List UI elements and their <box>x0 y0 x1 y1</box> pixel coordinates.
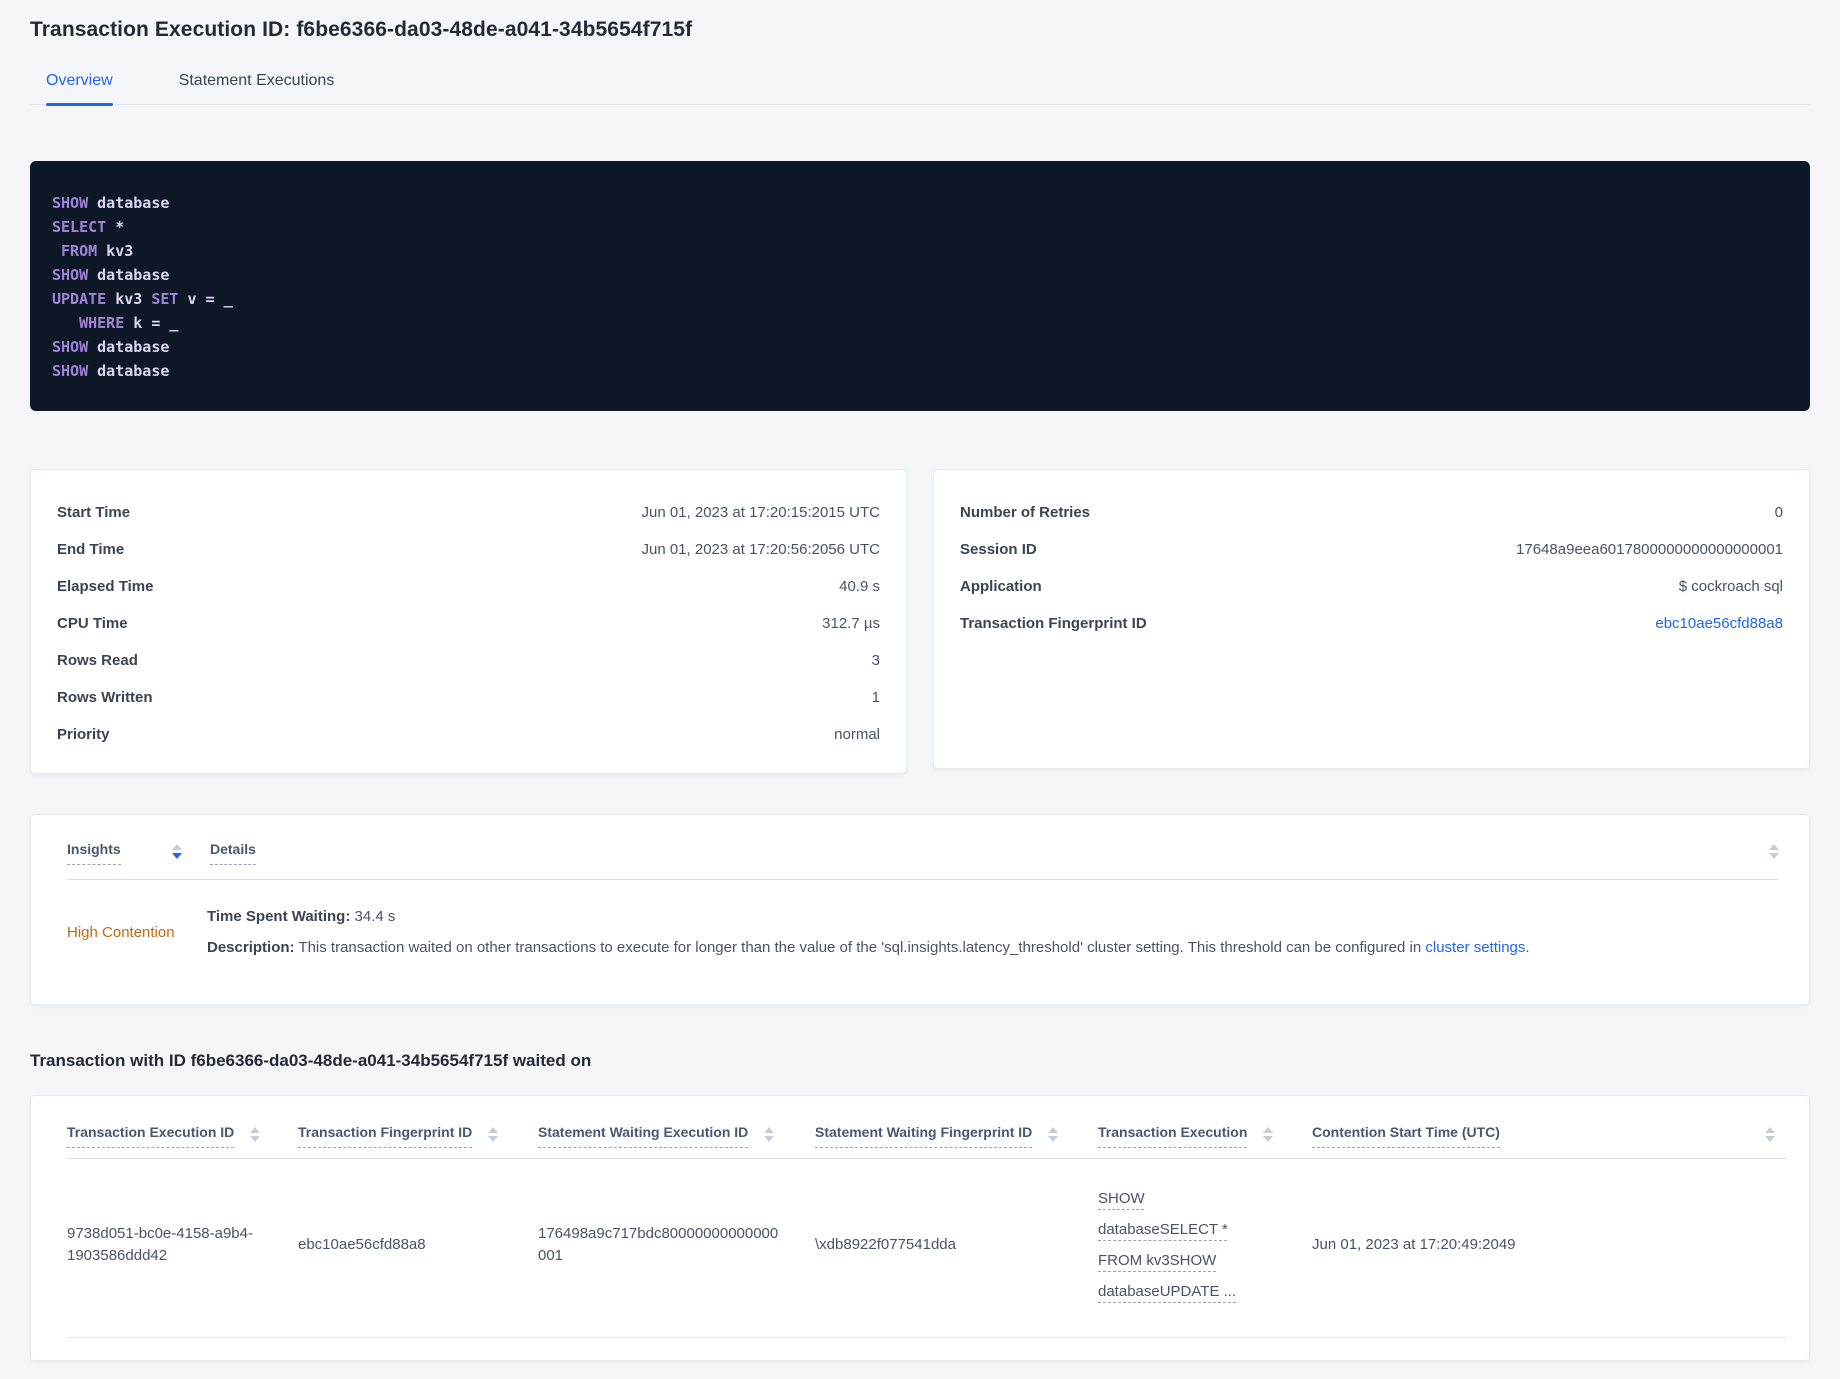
sort-arrows-icon[interactable] <box>250 1127 261 1142</box>
stat-label: Elapsed Time <box>57 578 154 595</box>
column-header-statement-waiting-fingerprint-id[interactable]: Statement Waiting Fingerprint ID <box>815 1124 1033 1148</box>
sql-line: SHOW database <box>52 194 170 212</box>
sort-arrows-icon[interactable] <box>1263 1127 1274 1142</box>
stat-label: Rows Read <box>57 652 138 669</box>
waited-on-table: Transaction Execution ID Transaction Fin… <box>30 1095 1810 1361</box>
cell-transaction-fingerprint-id: ebc10ae56cfd88a8 <box>298 1236 426 1253</box>
stat-row: Rows Written 1 <box>57 679 880 716</box>
cell-transaction-execution-id: 9738d051-bc0e-4158-a9b4-1903586ddd42 <box>67 1225 253 1264</box>
cell-transaction-execution-preview[interactable]: SHOW databaseSELECT * FROM kv3SHOW datab… <box>1098 1183 1270 1307</box>
session-stats-card: Number of Retries 0 Session ID 17648a9eea60… <box>933 469 1810 769</box>
stat-value: 3 <box>871 652 880 669</box>
page-title: Transaction Execution ID: f6be6366-da03-… <box>30 18 693 41</box>
sort-arrows-icon[interactable] <box>1765 1127 1775 1142</box>
sql-line: SELECT * <box>52 218 125 236</box>
stat-label: Rows Written <box>57 689 153 706</box>
column-header-transaction-fingerprint-id[interactable]: Transaction Fingerprint ID <box>298 1124 473 1148</box>
insights-table-header: Insights Details <box>67 841 1779 865</box>
column-header-contention-start-time[interactable]: Contention Start Time (UTC) <box>1312 1124 1500 1148</box>
stat-row: Start Time Jun 01, 2023 at 17:20:15:2015 … <box>57 494 880 531</box>
stat-value: Jun 01, 2023 at 17:20:56:2056 UTC <box>641 541 880 558</box>
cell-statement-waiting-fingerprint-id: \xdb8922f077541dda <box>815 1236 956 1253</box>
sql-line: FROM kv3 <box>61 242 134 260</box>
cell-statement-waiting-execution-id: 176498a9c717bdc80000000000000001 <box>538 1225 779 1264</box>
column-header-transaction-execution[interactable]: Transaction Execution <box>1098 1124 1248 1148</box>
stat-label: End Time <box>57 541 125 558</box>
stat-label: Transaction Fingerprint ID <box>960 615 1147 632</box>
sql-line: SHOW database <box>52 362 170 380</box>
stat-value: $ cockroach sql <box>1678 578 1783 595</box>
stat-value: 0 <box>1774 504 1783 521</box>
stat-row: End Time Jun 01, 2023 at 17:20:56:2056 UT… <box>57 531 880 568</box>
description-label: Description: <box>207 939 295 956</box>
stat-value: 40.9 s <box>839 578 880 595</box>
column-header-statement-waiting-execution-id[interactable]: Statement Waiting Execution ID <box>538 1124 749 1148</box>
overview-stats-card: Start Time Jun 01, 2023 at 17:20:15:2015 … <box>30 469 907 774</box>
sort-arrows-icon[interactable] <box>488 1127 499 1142</box>
stat-value: 312.7 µs <box>822 615 880 632</box>
transaction-sql-code: SHOW database SELECT * FROM kv3 SHOW datab… <box>30 161 1810 411</box>
stat-value: 17648a9eea6017800000000000000001 <box>1516 541 1783 558</box>
sql-line: UPDATE kv3 SET v = _ <box>52 290 233 308</box>
insight-badge-high-contention: High Contention <box>67 923 175 941</box>
stat-label: Application <box>960 578 1042 595</box>
stat-label: CPU Time <box>57 615 128 632</box>
stat-row: Elapsed Time 40.9 s <box>57 568 880 605</box>
stat-row: Session ID 17648a9eea60178000000000000000… <box>960 531 1783 568</box>
stat-row: Transaction Fingerprint ID ebc10ae56cfd88… <box>960 605 1783 642</box>
stat-label: Number of Retries <box>960 504 1091 521</box>
sort-arrows-icon[interactable] <box>764 1127 775 1142</box>
stat-label: Session ID <box>960 541 1037 558</box>
sort-arrows-icon[interactable] <box>1048 1127 1059 1142</box>
description-text: This transaction waited on other transac… <box>294 939 1426 956</box>
waited-on-table-header: Transaction Execution ID Transaction Fin… <box>67 1124 1787 1148</box>
stat-row: Rows Read 3 <box>57 642 880 679</box>
sql-line: SHOW database <box>52 338 170 356</box>
stat-value: 1 <box>871 689 880 706</box>
stat-row: CPU Time 312.7 µs <box>57 605 880 642</box>
sql-line: WHERE k = _ <box>79 314 179 332</box>
stat-value: Jun 01, 2023 at 17:20:15:2015 UTC <box>641 504 880 521</box>
insights-column-header[interactable]: Insights <box>67 841 121 865</box>
tab-overview[interactable]: Overview <box>46 72 113 106</box>
waited-on-heading: Transaction with ID f6be6366-da03-48de-a… <box>30 1051 592 1070</box>
stat-cards: Start Time Jun 01, 2023 at 17:20:15:2015 … <box>30 469 1810 774</box>
stat-row: Priority normal <box>57 716 880 753</box>
insights-table: Insights Details High Contention Time Sp… <box>30 814 1810 1005</box>
tab-statement-executions[interactable]: Statement Executions <box>179 72 335 104</box>
cluster-settings-link[interactable]: cluster settings <box>1425 939 1525 956</box>
table-row: 9738d051-bc0e-4158-a9b4-1903586ddd42 ebc… <box>67 1159 1787 1338</box>
stat-label: Priority <box>57 726 110 743</box>
insight-row: High Contention Time Spent Waiting: 34.4… <box>67 880 1779 990</box>
column-header-transaction-execution-id[interactable]: Transaction Execution ID <box>67 1124 235 1148</box>
time-spent-waiting-value: 34.4 s <box>350 908 396 925</box>
sql-line: SHOW database <box>52 266 170 284</box>
sort-arrows-icon[interactable] <box>172 844 182 859</box>
tab-bar: Overview Statement Executions <box>30 72 1810 106</box>
transaction-fingerprint-link[interactable]: ebc10ae56cfd88a8 <box>1655 615 1783 632</box>
cell-contention-start-time: Jun 01, 2023 at 17:20:49:2049 <box>1312 1236 1516 1253</box>
stat-row: Application $ cockroach sql <box>960 568 1783 605</box>
stat-row: Number of Retries 0 <box>960 494 1783 531</box>
stat-label: Start Time <box>57 504 131 521</box>
description-suffix: . <box>1525 939 1530 956</box>
stat-value: normal <box>834 726 880 743</box>
insight-details: Time Spent Waiting: 34.4 s Description: … <box>207 906 1530 958</box>
details-column-header[interactable]: Details <box>210 841 256 865</box>
time-spent-waiting-label: Time Spent Waiting: <box>207 908 351 925</box>
sort-arrows-icon[interactable] <box>1769 844 1779 859</box>
